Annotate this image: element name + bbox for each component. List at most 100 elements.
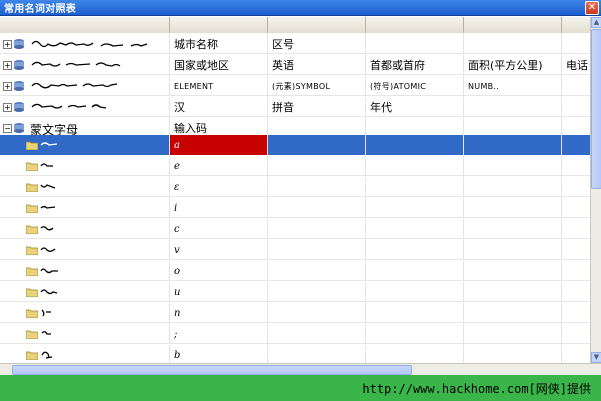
cell (366, 345, 464, 363)
cell (562, 76, 590, 96)
watermark-text: http://www.hackhome.com[网侠]提供 (362, 381, 591, 396)
cell (366, 282, 464, 302)
cell (268, 324, 366, 344)
scroll-down-icon[interactable]: ▼ (591, 352, 601, 363)
cell (464, 303, 562, 323)
expand-icon[interactable]: + (3, 61, 12, 70)
database-icon (14, 60, 24, 70)
cell (464, 135, 562, 155)
cell (562, 324, 590, 344)
column-header[interactable] (170, 17, 268, 33)
cell: 区号 (268, 34, 366, 54)
tree-child-cell (0, 198, 170, 218)
tree-child-row[interactable]: u (0, 282, 590, 302)
tree-child-cell (0, 156, 170, 176)
database-icon (14, 81, 24, 91)
expand-icon[interactable]: + (3, 40, 12, 49)
tree-row-country[interactable]: + 国家或地区 英语 首都或首府 面积(平方公里) 电话 (0, 55, 590, 75)
tree-child-row[interactable]: e (0, 156, 590, 176)
cell (562, 135, 590, 155)
tree-row-city[interactable]: + 城市名称 区号 (0, 34, 590, 54)
mongolian-script-label (31, 40, 148, 48)
cell (562, 303, 590, 323)
cell (464, 177, 562, 197)
cell (366, 324, 464, 344)
cell: 城市名称 (170, 34, 268, 54)
column-header[interactable] (464, 17, 562, 33)
tree-child-row[interactable]: ε (0, 177, 590, 197)
tree-child-cell (0, 261, 170, 281)
cell (562, 219, 590, 239)
tree-child-row[interactable]: ; (0, 324, 590, 344)
cell: NUMB.. (464, 76, 562, 96)
mongolian-glyph (40, 163, 53, 167)
mongolian-glyph (40, 205, 56, 209)
tree-child-cell (0, 219, 170, 239)
tree-child-cell (0, 177, 170, 197)
scroll-up-icon[interactable]: ▲ (591, 17, 601, 28)
folder-icon (26, 183, 38, 192)
cell: 面积(平方公里) (464, 55, 562, 75)
cell (268, 219, 366, 239)
tree-child-row[interactable]: c (0, 219, 590, 239)
folder-icon (26, 351, 38, 360)
term-tree-grid[interactable]: + 城市名称 区号 + 国家或地区 英语 首都或首府 面积(平方公里) 电话 +… (0, 17, 590, 363)
expand-icon[interactable]: + (3, 103, 12, 112)
cell: 汉 (170, 97, 268, 117)
cell (366, 303, 464, 323)
expand-icon[interactable]: + (3, 82, 12, 91)
watermark-bar: http://www.hackhome.com[网侠]提供 (0, 375, 601, 401)
cell: (元素)SYMBOL (268, 76, 366, 96)
tree-row-han[interactable]: + 汉 拼音 年代 (0, 97, 590, 117)
input-code-cell: u (170, 282, 268, 302)
tree-child-cell (0, 135, 170, 155)
collapse-icon[interactable]: − (3, 124, 12, 133)
cell: 英语 (268, 55, 366, 75)
mongolian-glyph (41, 331, 51, 335)
tree-child-row[interactable]: v (0, 240, 590, 260)
mongolian-glyph (40, 184, 56, 189)
cell (562, 282, 590, 302)
cell (562, 156, 590, 176)
input-code-cell: ; (170, 324, 268, 344)
scroll-thumb[interactable] (12, 365, 412, 375)
mongolian-glyph (40, 289, 58, 295)
cell: ELEMENT (170, 76, 268, 96)
folder-icon (26, 267, 38, 276)
cell (464, 282, 562, 302)
folder-icon (26, 288, 38, 297)
cell: 电话 (566, 59, 588, 72)
cell (268, 240, 366, 260)
column-header[interactable] (366, 17, 464, 33)
tree-child-row[interactable]: n (0, 303, 590, 323)
tree-child-cell (0, 240, 170, 260)
tree-row-element[interactable]: + ELEMENT (元素)SYMBOL (符号)ATOMIC NUMB.. (0, 76, 590, 96)
cell (366, 135, 464, 155)
mongolian-glyph (41, 309, 51, 317)
horizontal-scrollbar[interactable] (0, 363, 601, 375)
window-title: 常用名词对照表 (4, 4, 77, 15)
tree-child-row[interactable]: b (0, 345, 590, 363)
tree-child-row[interactable]: i (0, 198, 590, 218)
cell (562, 177, 590, 197)
tree-child-row[interactable]: a (0, 135, 590, 155)
cell: 国家或地区 (170, 55, 268, 75)
cell (562, 261, 590, 281)
cell (366, 34, 464, 54)
cell (268, 198, 366, 218)
cell (562, 240, 590, 260)
folder-icon (26, 225, 38, 234)
cell (366, 198, 464, 218)
column-header[interactable] (268, 17, 366, 33)
cell (464, 240, 562, 260)
folder-icon (26, 330, 38, 339)
vertical-scrollbar[interactable]: ▲ ▼ (590, 17, 601, 363)
column-header[interactable] (562, 17, 590, 33)
folder-icon (26, 309, 38, 318)
tree-child-row[interactable]: o (0, 261, 590, 281)
scroll-thumb[interactable] (591, 29, 601, 189)
close-button[interactable]: ✕ (585, 1, 599, 15)
folder-icon (26, 141, 38, 150)
column-header[interactable] (0, 17, 170, 33)
cell (562, 97, 590, 117)
